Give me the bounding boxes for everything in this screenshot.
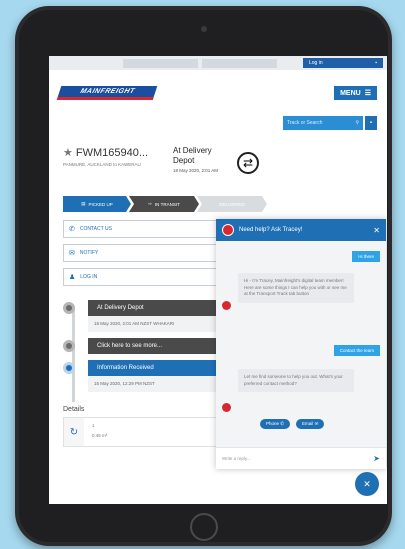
search-icon: ⚲	[355, 120, 359, 126]
search-placeholder: Track or Search	[287, 120, 323, 126]
track-search-input[interactable]: Track or Search ⚲	[283, 116, 363, 130]
region-select[interactable]	[123, 58, 198, 68]
chat-input-placeholder: Write a reply...	[222, 456, 251, 461]
login-link[interactable]: Log in ▪	[303, 58, 383, 68]
progress-steps: ▤ PICKED UP ⇨ IN TRANSIT DELIVERED	[49, 196, 387, 212]
details-count: 1	[92, 423, 95, 428]
bot-avatar	[222, 301, 231, 310]
logo-text: MAINFREIGHT	[79, 88, 136, 95]
login-label: Log in	[309, 60, 323, 66]
chat-header: Need help? Ask Tracey! ✕	[216, 219, 386, 241]
step-label: PICKED UP	[88, 201, 113, 207]
tracking-block: ★ FWM165940... PANMURE, AUCKLAND to KAWE…	[63, 146, 167, 192]
step-label: DELIVERED	[219, 201, 245, 207]
bot-message: Hi - I'm Tracey, Mainfreight's digital t…	[238, 273, 354, 303]
status-date: 18 May 2020, 2:01 AM	[173, 168, 219, 173]
user-icon: ♟	[69, 274, 76, 281]
chat-input[interactable]: Write a reply... ➤	[216, 447, 386, 469]
language-select[interactable]	[202, 58, 277, 68]
transit-arrows-icon: ⇄	[237, 152, 259, 174]
step-label: IN TRANSIT	[154, 201, 180, 207]
logo[interactable]: MAINFREIGHT	[56, 86, 158, 100]
site-header: MAINFREIGHT MENU ☰	[49, 70, 387, 116]
details-cell: 1 0.45 m³	[84, 418, 115, 446]
chat-close-fab[interactable]: ✕	[355, 472, 379, 496]
notify-label: NOTIFY	[79, 250, 99, 256]
timeline-dot	[63, 362, 75, 374]
tablet-frame: Log in ▪ MAINFREIGHT MENU ☰ Track or Sea…	[15, 6, 392, 546]
chat-title: Need help? Ask Tracey!	[239, 227, 303, 233]
route-text: PANMURE, AUCKLAND to KAWERAU	[63, 162, 141, 167]
quick-replies: Phone ✆ Email ✉	[260, 419, 325, 429]
camera-icon	[201, 26, 207, 32]
user-message: Contact the team	[333, 345, 380, 356]
star-icon[interactable]: ★	[63, 146, 73, 159]
chat-messages: Hi there Hi - I'm Tracey, Mainfreight's …	[216, 241, 386, 447]
shipment-summary: ★ FWM165940... PANMURE, AUCKLAND to KAWE…	[49, 130, 387, 192]
search-toggle-button[interactable]: ▪	[365, 116, 377, 130]
tracking-number-row: ★ FWM165940...	[63, 146, 167, 160]
phone-reply-button[interactable]: Phone ✆	[260, 419, 291, 429]
user-message: Hi there	[352, 251, 380, 262]
step-picked-up: ▤ PICKED UP	[63, 196, 131, 212]
menu-label: MENU	[340, 89, 361, 97]
utility-bar: Log in ▪	[49, 56, 387, 70]
phone-icon: ✆	[69, 226, 75, 233]
send-icon[interactable]: ➤	[373, 454, 380, 463]
close-icon[interactable]: ✕	[373, 226, 380, 235]
box-icon: ▤	[81, 201, 86, 206]
tracking-number: FWM165940...	[75, 146, 149, 159]
chat-widget: Need help? Ask Tracey! ✕ Hi there Hi - I…	[216, 219, 386, 469]
home-button[interactable]	[190, 513, 218, 541]
lock-icon: ▪	[375, 60, 377, 66]
bot-message: Let me find someone to help you out. Wha…	[238, 369, 354, 392]
recaptcha-icon: ↻	[64, 418, 84, 446]
bot-avatar	[222, 403, 231, 412]
tracey-avatar	[222, 224, 234, 236]
mail-icon: ✉	[69, 250, 75, 257]
email-reply-button[interactable]: Email ✉	[296, 419, 325, 429]
hamburger-icon: ☰	[364, 90, 371, 97]
status-title: At Delivery Depot	[173, 146, 212, 165]
step-in-transit: ⇨ IN TRANSIT	[129, 196, 199, 212]
timeline-dot	[63, 340, 75, 352]
details-volume: 0.45 m³	[92, 433, 108, 438]
status-block: At Delivery Depot 18 May 2020, 2:01 AM	[173, 146, 233, 192]
email-reply-label: Email	[302, 421, 314, 426]
contact-us-label: CONTACT US	[79, 226, 112, 232]
login-row-label: LOG IN	[80, 274, 98, 280]
screen: Log in ▪ MAINFREIGHT MENU ☰ Track or Sea…	[49, 56, 387, 504]
user-message-text: Contact the team	[339, 348, 374, 353]
phone-reply-label: Phone	[266, 421, 280, 426]
step-delivered: DELIVERED	[197, 196, 267, 212]
search-row: Track or Search ⚲ ▪	[49, 116, 387, 130]
truck-icon: ⇨	[148, 201, 152, 206]
menu-button[interactable]: MENU ☰	[334, 86, 377, 100]
timeline-dot	[63, 302, 75, 314]
